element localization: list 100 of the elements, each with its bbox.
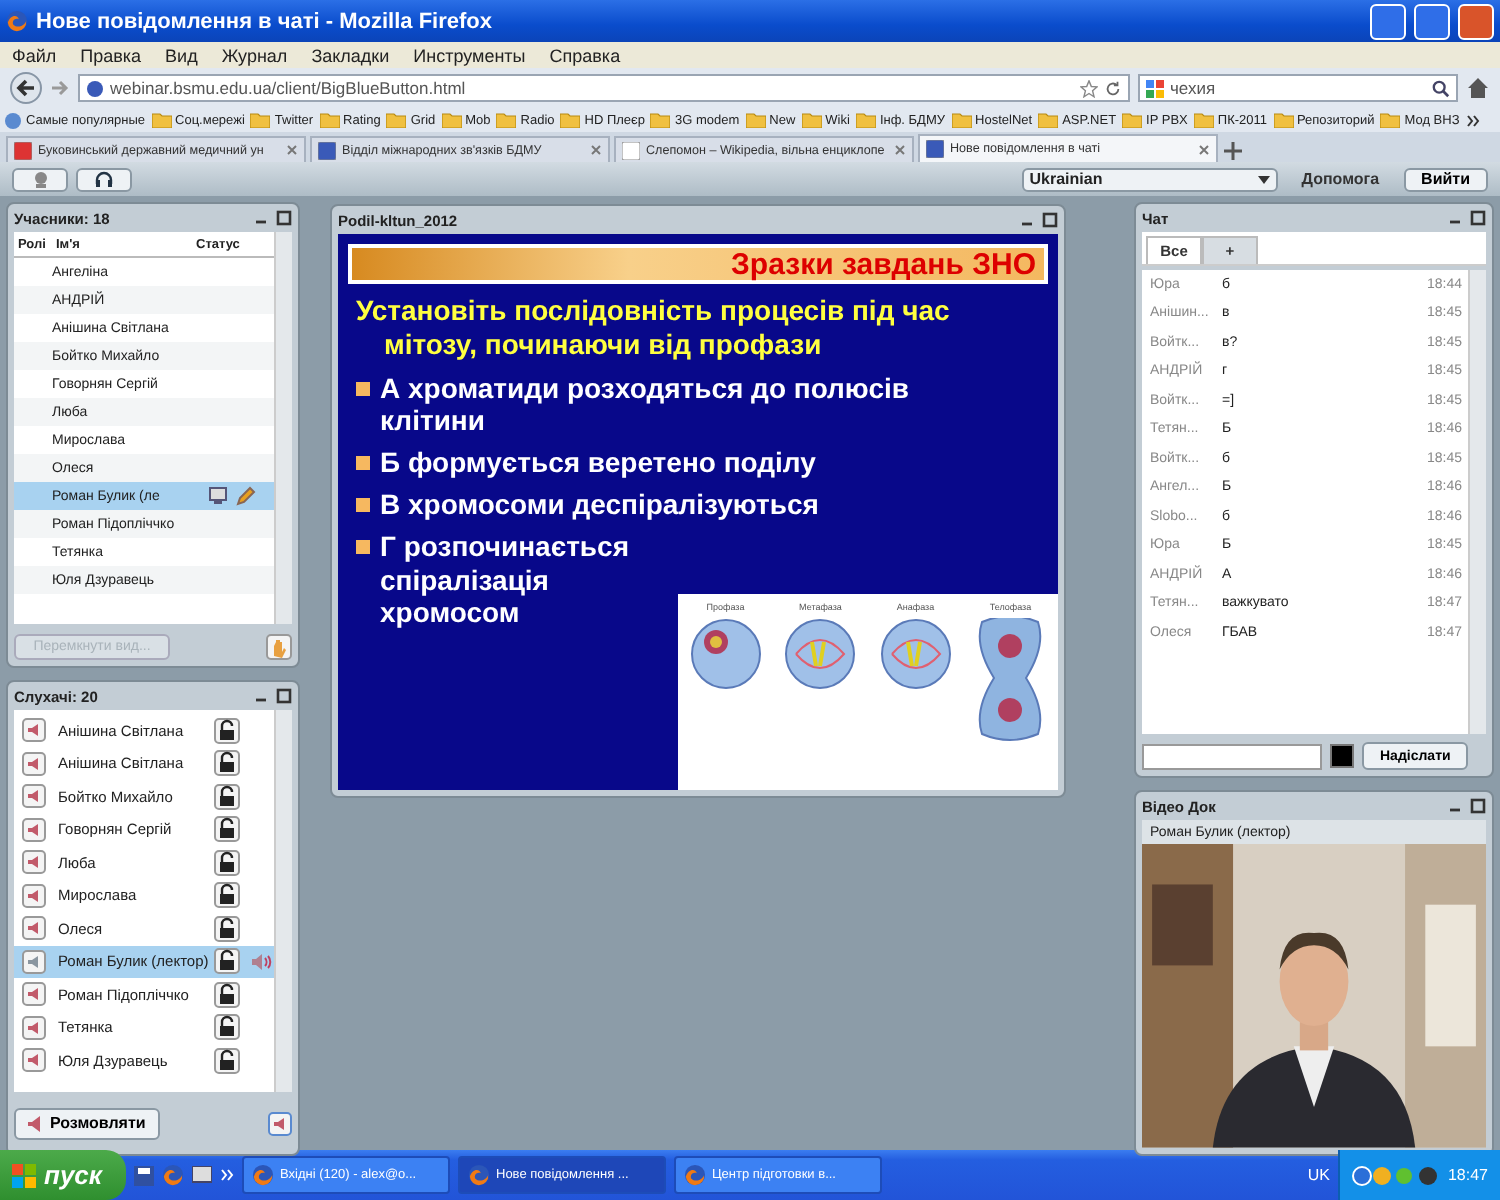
menu-item[interactable]: Справка [549, 45, 621, 65]
microphone-icon[interactable] [268, 1111, 292, 1136]
color-picker[interactable] [1330, 744, 1354, 768]
reload-icon[interactable] [1104, 79, 1122, 97]
slide-bullet: Г розпочинається спіралізація хромосом [380, 529, 631, 631]
maximize-icon[interactable] [276, 688, 292, 704]
folder-icon [1038, 112, 1059, 128]
cell-drawing [785, 619, 856, 689]
slide-heading: Зразки завдань ЗНО [348, 244, 1048, 284]
scrollbar[interactable] [274, 710, 292, 1092]
clock: 18:47 [1447, 1166, 1488, 1184]
maximize-button[interactable] [1414, 3, 1450, 39]
folder-icon [441, 112, 462, 128]
search-field[interactable]: чехия [1138, 74, 1458, 102]
caret-icon [1257, 175, 1270, 183]
desktop-icon[interactable] [192, 1166, 212, 1184]
menu-item[interactable]: Правка [80, 45, 142, 65]
lock-icon[interactable] [214, 849, 240, 876]
folder-icon [496, 112, 517, 128]
lock-icon[interactable] [214, 882, 240, 909]
message-input[interactable] [1142, 743, 1322, 769]
muted-microphone-icon[interactable] [22, 982, 46, 1007]
start-button[interactable]: пуск [0, 1150, 126, 1200]
muted-microphone-icon[interactable] [22, 850, 46, 875]
lock-icon[interactable] [214, 783, 240, 810]
lock-icon[interactable] [214, 1047, 240, 1074]
back-icon[interactable] [10, 72, 42, 104]
address-field[interactable]: webinar.bsmu.edu.ua/client/BigBlueButton.html [78, 74, 1130, 102]
help-link[interactable]: Допомога [1301, 170, 1380, 188]
muted-microphone-icon[interactable] [22, 1015, 46, 1040]
lock-icon[interactable] [214, 915, 240, 942]
folder-icon [250, 112, 271, 128]
lock-icon[interactable] [214, 717, 240, 744]
close-button[interactable] [1458, 3, 1494, 39]
menu-item[interactable]: Вид [165, 45, 198, 65]
muted-microphone-icon[interactable] [22, 751, 46, 776]
menu-item[interactable]: Журнал [221, 45, 288, 65]
site-icon [318, 141, 336, 159]
menu-item[interactable]: Файл [12, 45, 57, 65]
site-icon [622, 141, 640, 159]
headset-button[interactable] [76, 167, 132, 191]
maximize-icon[interactable] [1470, 798, 1486, 814]
muted-microphone-icon[interactable] [22, 1048, 46, 1073]
close-icon[interactable] [894, 144, 906, 156]
muted-microphone-icon[interactable] [22, 817, 46, 842]
site-icon [86, 79, 104, 97]
folder-icon [1122, 112, 1143, 128]
slide-question: Установіть послідовність процесів під час мітозу, починаючи від профази [356, 294, 952, 362]
lock-icon[interactable] [214, 981, 240, 1008]
maximize-icon[interactable] [276, 210, 292, 226]
language-select[interactable]: Ukrainian [1021, 167, 1278, 191]
logout-button[interactable]: Вийти [1403, 167, 1488, 191]
lock-icon[interactable] [214, 1014, 240, 1041]
cell-drawing [690, 619, 761, 689]
firefox-icon [162, 1164, 184, 1186]
muted-microphone-icon[interactable] [22, 718, 46, 743]
folder-icon [1273, 112, 1293, 128]
chevron-icon[interactable] [1465, 113, 1480, 127]
bullet-icon [356, 497, 370, 512]
menu-item[interactable]: Закладки [311, 45, 390, 65]
tray-icons-drawing [1351, 1165, 1440, 1185]
scrollbar[interactable] [274, 232, 292, 624]
language-indicator[interactable]: UK [1307, 1166, 1330, 1184]
lock-icon[interactable] [214, 750, 240, 777]
folder-icon [951, 112, 972, 128]
muted-microphone-icon[interactable] [22, 784, 46, 809]
maximize-icon[interactable] [1470, 210, 1486, 226]
firefox-icon [468, 1164, 490, 1186]
microphone-icon [28, 1115, 44, 1132]
muted-microphone-icon[interactable] [22, 916, 46, 941]
folder-icon [1380, 112, 1401, 128]
lock-icon[interactable] [214, 816, 240, 843]
talk-button[interactable]: Розмовляти [14, 1107, 160, 1140]
folder-icon [650, 112, 671, 128]
close-icon[interactable] [286, 144, 298, 156]
microphone-icon[interactable] [22, 949, 46, 974]
folder-icon [560, 112, 581, 128]
scrollbar[interactable] [1468, 270, 1486, 734]
close-icon[interactable] [590, 144, 602, 156]
folder-icon [855, 112, 876, 128]
slide-bullet: А хроматиди розходяться до полюсів клітини [380, 371, 911, 439]
webcam-icon [31, 170, 49, 188]
search-icon[interactable] [1432, 79, 1450, 97]
bullet-icon [356, 456, 370, 471]
firefox-icon [684, 1164, 706, 1186]
site-icon [926, 140, 944, 158]
home-icon[interactable] [1466, 76, 1490, 100]
new-tab-icon[interactable] [1222, 140, 1244, 162]
firefox-icon [6, 10, 28, 32]
menu-item[interactable]: Инструменты [413, 45, 526, 65]
folder-icon [1193, 112, 1214, 128]
minimize-button[interactable] [1370, 3, 1406, 39]
maximize-icon[interactable] [1042, 212, 1058, 228]
muted-microphone-icon[interactable] [22, 883, 46, 908]
firefox-icon [252, 1164, 274, 1186]
lock-icon[interactable] [214, 948, 240, 975]
close-icon[interactable] [1198, 143, 1210, 155]
raise-hand-icon[interactable] [266, 634, 292, 660]
save-icon[interactable] [134, 1165, 154, 1185]
cell-drawing [979, 618, 1042, 741]
